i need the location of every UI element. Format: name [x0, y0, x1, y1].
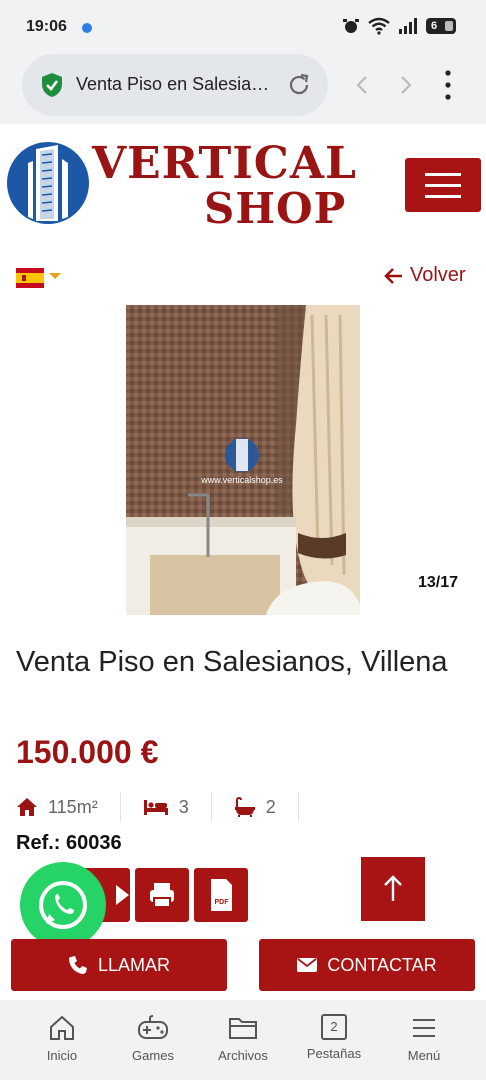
battery-icon: 6: [426, 18, 456, 34]
logo-line-1: VERTICAL: [92, 138, 357, 189]
whatsapp-icon: [39, 881, 87, 929]
nav-item-games[interactable]: Games: [113, 1014, 193, 1063]
nav-item-tabs[interactable]: 2 Pestañas: [294, 1014, 374, 1061]
feature-bathrooms: 2: [234, 792, 299, 822]
nav-label-files: Archivos: [218, 1048, 268, 1063]
arrow-left-icon: [384, 267, 402, 284]
nav-label-tabs: Pestañas: [306, 1046, 362, 1061]
browser-toolbar: Venta Piso en Salesia…: [0, 54, 486, 124]
battery-level: 6: [431, 20, 438, 32]
signal-icon: [399, 18, 417, 34]
print-button[interactable]: [135, 868, 189, 922]
pdf-icon: PDF: [211, 879, 232, 911]
contact-label: CONTACTAR: [327, 954, 437, 975]
phone-icon: [68, 956, 87, 974]
status-icons: 6: [342, 17, 456, 35]
back-nav-icon[interactable]: [350, 72, 376, 98]
nav-label-games: Games: [132, 1048, 174, 1063]
scroll-top-button[interactable]: [361, 857, 425, 921]
arrow-up-icon: [384, 875, 402, 901]
envelope-icon: [297, 958, 318, 972]
language-dropdown-caret-icon[interactable]: [49, 273, 61, 279]
contact-button[interactable]: CONTACTAR: [259, 939, 475, 991]
back-link[interactable]: Volver: [384, 264, 466, 287]
pdf-button[interactable]: PDF: [194, 868, 248, 922]
back-label: Volver: [410, 264, 466, 286]
es-flag-icon[interactable]: [16, 268, 44, 288]
call-button[interactable]: LLAMAR: [11, 939, 227, 991]
nav-item-home[interactable]: Inicio: [22, 1014, 102, 1063]
whatsapp-button[interactable]: [20, 862, 106, 948]
status-bar: 19:06 6: [0, 0, 486, 54]
tabs-icon: 2: [321, 1014, 347, 1040]
wifi-icon: [368, 17, 390, 35]
nav-label-home: Inicio: [46, 1048, 78, 1063]
nav-item-menu[interactable]: Menú: [384, 1014, 464, 1063]
feature-area: 115m²: [16, 792, 121, 822]
browser-menu-icon[interactable]: [440, 68, 456, 102]
tabs-count: 2: [330, 1019, 338, 1034]
printer-icon: [150, 883, 174, 908]
listing-title: Venta Piso en Salesianos, Villena: [16, 646, 448, 678]
reload-icon[interactable]: [286, 72, 312, 98]
folder-icon: [229, 1018, 257, 1039]
area-value: 115m²: [48, 796, 98, 817]
photo-watermark: www.verticalshop.es: [200, 475, 283, 485]
secure-shield-icon: [42, 73, 62, 97]
address-bar[interactable]: Venta Piso en Salesia…: [22, 54, 328, 116]
logo-line-2: SHOP: [204, 184, 347, 233]
alarm-icon: [343, 19, 359, 33]
bed-icon: [143, 800, 168, 815]
nav-label-menu: Menú: [407, 1048, 441, 1063]
listing-features: 115m² 3 2: [16, 792, 299, 822]
status-time: 19:06: [26, 18, 67, 35]
vertical-shop-logo-icon[interactable]: [6, 141, 90, 225]
bathrooms-value: 2: [265, 796, 276, 817]
feature-bedrooms: 3: [143, 792, 212, 822]
forward-nav-icon[interactable]: [392, 72, 418, 98]
bedrooms-value: 3: [178, 796, 189, 817]
tab-title: Venta Piso en Salesia…: [76, 74, 270, 94]
svg-text:PDF: PDF: [215, 899, 230, 906]
photo-counter: 13/17: [418, 574, 459, 591]
site-menu-button[interactable]: [405, 158, 481, 212]
gamepad-icon: [138, 1015, 168, 1039]
bathtub-icon: [234, 797, 255, 817]
listing-price: 150.000 €: [16, 734, 159, 770]
site-logo-text[interactable]: VERTICAL SHOP: [92, 138, 362, 233]
listing-ref: Ref.: 60036: [16, 832, 122, 854]
home-icon: [50, 1015, 74, 1040]
call-label: LLAMAR: [97, 954, 171, 975]
browser-bottom-nav: Inicio Games Archivos 2 Pestañas Menú: [0, 1000, 486, 1080]
nav-item-files[interactable]: Archivos: [203, 1014, 283, 1063]
notification-dot-icon: [82, 23, 92, 33]
house-icon: [17, 798, 37, 816]
menu-icon: [413, 1019, 435, 1037]
property-photo[interactable]: www.verticalshop.es: [126, 305, 360, 615]
